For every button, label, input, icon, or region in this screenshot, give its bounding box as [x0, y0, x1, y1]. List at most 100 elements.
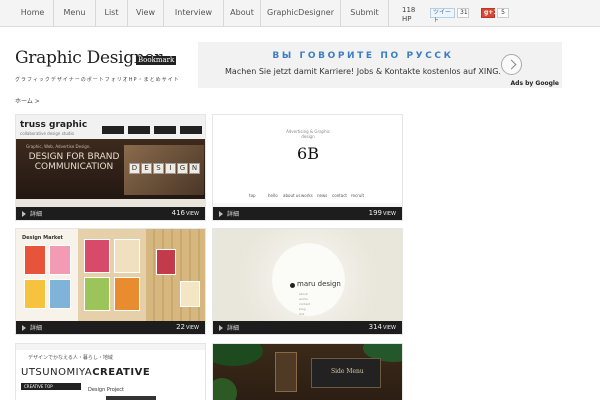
breadcrumb[interactable]: ホーム > — [15, 96, 40, 105]
thumb-footer — [16, 199, 205, 207]
ad-headline: ВЫ ГОВОРИТЕ ПО РУССК — [272, 51, 454, 61]
top-nav: Home Menu List View Interview About Grap… — [0, 0, 600, 27]
thumb-card-text: Side Menu — [331, 368, 364, 375]
ad-banner[interactable]: ВЫ ГОВОРИТЕ ПО РУССК Machen Sie jetzt da… — [198, 42, 562, 88]
thumb-flyer — [24, 279, 46, 309]
card-thumbnail[interactable]: Side Menu — [213, 344, 402, 400]
card-thumbnail[interactable]: maru design about works contact blog lin… — [213, 229, 402, 321]
thumb-nav-item: works — [301, 193, 313, 198]
thumb-brand: truss graphic — [20, 120, 88, 130]
card-bar: 詳細 416VIEW — [16, 207, 205, 220]
thumb-bar-label: CREATIVE TOP — [24, 384, 53, 389]
thumb-menu: about works contact blog link — [299, 292, 311, 316]
nav-graphicdesigner[interactable]: GraphicDesigner — [261, 0, 341, 27]
nav-submit[interactable]: Submit — [341, 0, 389, 27]
thumb-logo: 6B — [297, 144, 319, 163]
thumb-menu-block — [154, 126, 176, 134]
thumb-flyer — [114, 277, 140, 311]
tweet-count: 31 — [457, 8, 469, 18]
portfolio-card[interactable]: maru design about works contact blog lin… — [212, 228, 403, 335]
view-count: 22VIEW — [176, 323, 199, 331]
thumb-menu-block — [180, 126, 202, 134]
thumb-nav-item: contact — [332, 193, 347, 198]
thumb-flyer — [114, 239, 140, 273]
detail-link[interactable]: 詳細 — [30, 209, 42, 218]
letter-block: E — [141, 163, 152, 174]
letter-block: D — [129, 163, 140, 174]
thumb-nav-item: news — [317, 193, 328, 198]
thumb-block — [106, 396, 156, 400]
nav-menu[interactable]: Menu — [54, 0, 96, 27]
thumb-nav-item: about us — [283, 193, 301, 198]
hp-count: 118 HP — [402, 6, 416, 23]
ad-text: Machen Sie jetzt damit Karriere! Jobs & … — [225, 67, 501, 76]
leaf-decoration — [213, 344, 263, 366]
thumb-nav-item: top — [249, 193, 256, 198]
play-icon — [219, 325, 223, 331]
thumb-flyer — [24, 245, 46, 275]
thumb-flyer — [49, 279, 71, 309]
card-bar: 詳細 22VIEW — [16, 321, 205, 334]
thumb-headline: UTSUNOMIYACREATIVE — [21, 367, 151, 378]
thumb-headline: DESIGN FOR BRAND COMMUNICATION — [28, 152, 120, 172]
detail-link[interactable]: 詳細 — [30, 323, 42, 332]
nav-home[interactable]: Home — [12, 0, 54, 27]
thumb-menu-block — [128, 126, 150, 134]
detail-link[interactable]: 詳細 — [227, 323, 239, 332]
portfolio-card[interactable]: デザインでかなえる人・暮らし・地域 UTSUNOMIYACREATIVE CRE… — [15, 343, 206, 400]
thumb-photo: D E S I G N — [124, 145, 204, 195]
letter-block: G — [177, 163, 188, 174]
portfolio-card[interactable]: Side Menu — [212, 343, 403, 400]
nav-interview[interactable]: Interview — [164, 0, 224, 27]
card-thumbnail[interactable]: デザインでかなえる人・暮らし・地域 UTSUNOMIYACREATIVE CRE… — [16, 344, 205, 400]
portfolio-card[interactable]: Design Market 詳細 22VIEW — [15, 228, 206, 335]
thumb-board — [275, 352, 297, 392]
portfolio-card[interactable]: truss graphic collaborative design studi… — [15, 114, 206, 221]
card-bar: 詳細 199VIEW — [213, 207, 402, 220]
thumb-menu-block — [102, 126, 124, 134]
thumb-nav-item: hello — [268, 193, 278, 198]
card-thumbnail[interactable]: Design Market — [16, 229, 205, 321]
view-count: 314VIEW — [368, 323, 396, 331]
thumb-tagline: collaborative design studio — [20, 131, 75, 136]
letter-block: S — [153, 163, 164, 174]
thumb-brand: maru design — [297, 280, 341, 288]
card-thumbnail[interactable]: truss graphic collaborative design studi… — [16, 115, 205, 207]
leaf-decoration — [213, 378, 237, 400]
play-icon — [22, 325, 26, 331]
play-icon — [22, 211, 26, 217]
nav-view[interactable]: View — [128, 0, 164, 27]
thumb-small-line: Advertising & Graphic design — [286, 129, 330, 139]
thumb-wood — [146, 229, 205, 321]
gplus-button[interactable]: g+1 — [481, 8, 498, 18]
card-bar: 詳細 314VIEW — [213, 321, 402, 334]
thumb-header — [16, 344, 205, 350]
thumb-project: Design Project — [88, 387, 124, 393]
chevron-right-icon[interactable] — [501, 54, 522, 75]
detail-link[interactable]: 詳細 — [227, 209, 239, 218]
view-count: 416VIEW — [171, 209, 199, 217]
letter-block: I — [165, 163, 176, 174]
portfolio-card[interactable]: Advertising & Graphic design 6B top hell… — [212, 114, 403, 221]
thumb-flyer — [49, 245, 71, 275]
card-thumbnail[interactable]: Advertising & Graphic design 6B top hell… — [213, 115, 402, 207]
thumb-title: Design Market — [22, 235, 63, 241]
letter-block: N — [189, 163, 200, 174]
thumb-nav-item: recruit — [351, 193, 365, 198]
nav-list[interactable]: List — [96, 0, 128, 27]
thumb-flyer — [156, 249, 176, 275]
thumb-nav: top hello about us works news contact re… — [235, 193, 385, 199]
ads-by-google[interactable]: Ads by Google — [511, 80, 559, 87]
site-logo[interactable]: Graphic Designer Bookmark — [15, 48, 177, 70]
view-count: 199VIEW — [368, 209, 396, 217]
tweet-button[interactable]: ツイート — [430, 8, 455, 24]
site-subtitle: グラフィックデザイナーのポートフォリオHP・まとめサイト — [15, 77, 180, 83]
thumb-flyer — [180, 281, 200, 307]
thumb-small-line: Graphic, Web, Advertise Design. — [26, 144, 91, 149]
logo-dot-icon — [290, 283, 295, 288]
thumb-flyer — [84, 239, 110, 273]
gplus-count: 5 — [497, 8, 509, 18]
nav-about[interactable]: About — [224, 0, 261, 27]
thumb-tagline: デザインでかなえる人・暮らし・地域 — [28, 355, 113, 361]
logo-tag: Bookmark — [136, 56, 177, 65]
